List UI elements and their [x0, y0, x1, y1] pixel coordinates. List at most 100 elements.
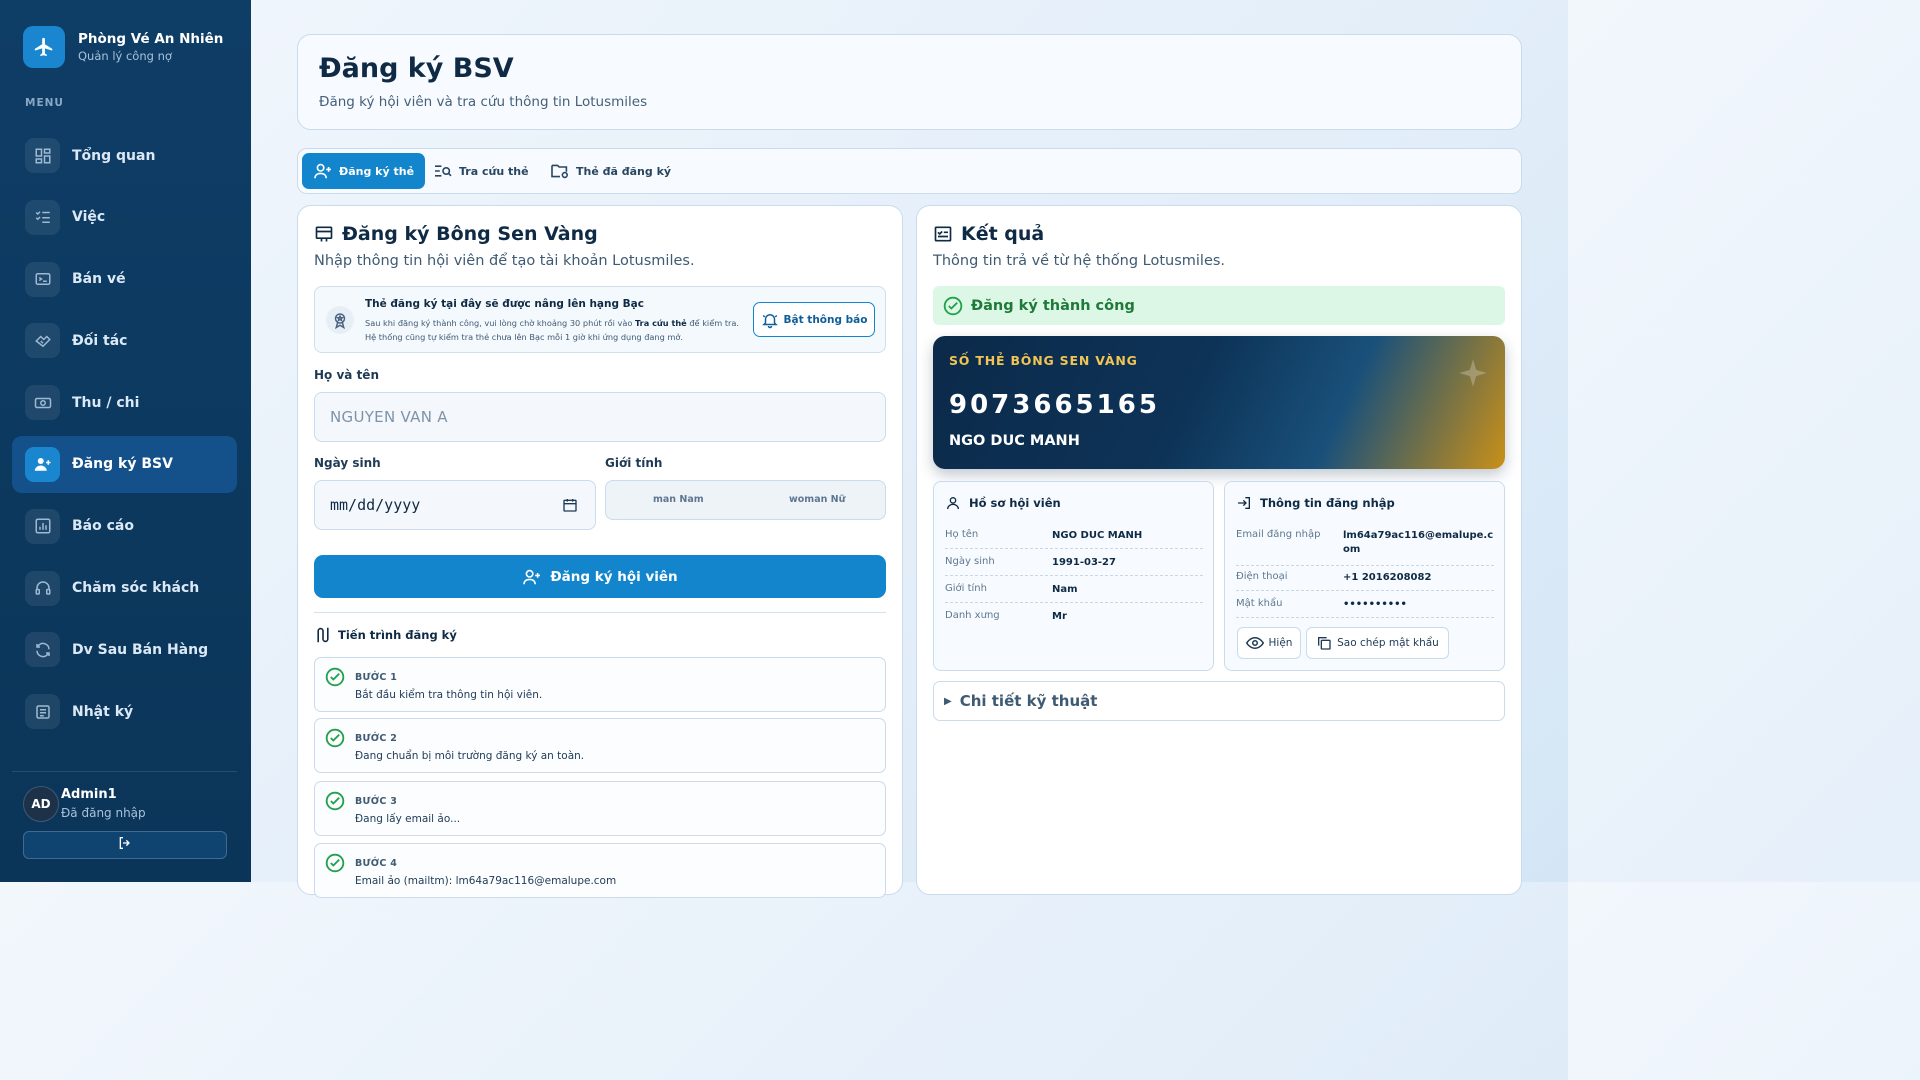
user-plus-icon	[314, 163, 331, 179]
sidebar-nav: Tổng quan Việc Bán vé Đối tác Thu / chi	[12, 127, 237, 745]
nav-label: Nhật ký	[72, 703, 134, 720]
nav-label: Dv Sau Bán Hàng	[72, 641, 209, 658]
nav-item-thu-chi[interactable]: Thu / chi	[12, 374, 237, 431]
register-member-button[interactable]: Đăng ký hội viên	[314, 555, 886, 598]
sidebar-divider	[12, 771, 237, 772]
avatar: AD	[23, 786, 59, 822]
sidebar: Phòng Vé An Nhiên Quản lý công nợ MENU T…	[0, 0, 251, 882]
search-list-icon	[435, 165, 452, 177]
enable-notifications-button[interactable]: Bật thông báo	[753, 302, 875, 337]
notice-title: Thẻ đăng ký tại đây sẽ được nâng lên hạn…	[365, 298, 644, 310]
handshake-icon	[25, 323, 60, 359]
tab-the-da-dang-ky[interactable]: Thẻ đã đăng ký	[539, 153, 682, 189]
registration-panel: Đăng ký Bông Sen Vàng Nhập thông tin hội…	[297, 205, 903, 898]
nav-item-bao-cao[interactable]: Báo cáo	[12, 498, 237, 555]
step-name: BƯỚC 4	[355, 858, 398, 869]
card-number: 9073665165	[949, 390, 1160, 420]
profile-title: Hồ sơ hội viên	[945, 495, 1061, 511]
profile-row: Họ tên NGO DUC MANH	[945, 529, 1203, 549]
money-icon	[25, 385, 60, 421]
logout-icon	[117, 835, 133, 855]
silver-upgrade-notice: Thẻ đăng ký tại đây sẽ được nâng lên hạn…	[314, 286, 886, 353]
check-circle-icon	[325, 667, 345, 687]
tasks-icon	[25, 199, 60, 235]
show-password-button[interactable]: Hiện	[1237, 627, 1301, 659]
profile-key: Họ tên	[945, 529, 979, 540]
step-name: BƯỚC 1	[355, 672, 398, 683]
card-label: SỐ THẺ BÔNG SEN VÀNG	[949, 353, 1138, 368]
step-name: BƯỚC 3	[355, 796, 398, 807]
form-title-text: Đăng ký Bông Sen Vàng	[342, 223, 598, 245]
profile-key: Giới tính	[945, 583, 987, 594]
nav-item-ban-ve[interactable]: Bán vé	[12, 251, 237, 308]
login-row: Email đăng nhập lm64a79ac116@emalupe.com	[1236, 529, 1494, 566]
logout-button[interactable]	[23, 831, 227, 859]
progress-title: Tiến trình đăng ký	[315, 626, 457, 644]
copy-password-button[interactable]: Sao chép mật khẩu	[1306, 627, 1449, 659]
nav-item-nhat-ky[interactable]: Nhật ký	[12, 683, 237, 740]
tab-dang-ky-the[interactable]: Đăng ký thẻ	[302, 153, 426, 189]
nav-item-viec[interactable]: Việc	[12, 189, 237, 246]
nav-item-doi-tac[interactable]: Đối tác	[12, 312, 237, 369]
nav-item-dang-ky-bsv[interactable]: Đăng ký BSV	[12, 435, 237, 493]
airplane-icon	[23, 26, 65, 68]
login-key: Mật khẩu	[1236, 598, 1283, 609]
step-text: Đang chuẩn bị môi trường đăng ký an toàn…	[355, 750, 585, 762]
menu-label: MENU	[25, 97, 64, 109]
nav-label: Đăng ký BSV	[72, 456, 173, 473]
copy-icon	[1318, 637, 1331, 650]
show-password-label: Hiện	[1268, 637, 1293, 649]
tabs-bar: Đăng ký thẻ Tra cứu thẻ Thẻ đã đăng ký	[297, 148, 1522, 194]
report-icon	[25, 508, 60, 544]
progress-step: BƯỚC 4 Email ảo (mailtm): lm64a79ac116@e…	[314, 843, 886, 898]
password-value: ••••••••••	[1343, 599, 1407, 610]
step-name: BƯỚC 2	[355, 733, 398, 744]
check-circle-icon	[943, 296, 963, 315]
nav-label: Việc	[72, 209, 106, 226]
divider	[314, 612, 886, 613]
log-icon	[25, 694, 60, 730]
refresh-icon	[25, 632, 60, 668]
notice-text: Sau khi đăng ký thành công, vui lòng chờ…	[365, 316, 745, 344]
technical-details-toggle[interactable]: ▶ Chi tiết kỹ thuật	[933, 681, 1505, 721]
login-title: Thông tin đăng nhập	[1236, 495, 1395, 511]
headset-icon	[25, 570, 60, 606]
full-name-input[interactable]: NGUYEN VAN A	[314, 392, 886, 442]
tab-tra-cuu-the[interactable]: Tra cứu thẻ	[422, 153, 540, 189]
user-status: Đã đăng nhập	[61, 806, 146, 820]
result-panel: Kết quả Thông tin trả về từ hệ thống Lot…	[916, 205, 1522, 895]
step-text: Đang lấy email ảo...	[355, 813, 461, 825]
card-icon	[315, 226, 333, 242]
profile-value: NGO DUC MANH	[1052, 530, 1143, 541]
profile-key: Danh xưng	[945, 610, 1000, 621]
triangle-right-icon: ▶	[944, 695, 952, 707]
user-name: Admin1	[61, 787, 117, 802]
user-plus-icon	[523, 569, 541, 584]
gender-option-female[interactable]: woman Nữ	[789, 494, 845, 505]
nav-item-cham-soc-khach[interactable]: Chăm sóc khách	[12, 560, 237, 617]
calendar-icon[interactable]	[562, 497, 578, 517]
login-value: lm64a79ac116@emalupe.com	[1343, 530, 1494, 555]
eye-icon	[1245, 636, 1264, 650]
gender-option-male[interactable]: man Nam	[653, 494, 704, 505]
result-title-text: Kết quả	[961, 223, 1045, 245]
progress-step: BƯỚC 3 Đang lấy email ảo...	[314, 781, 886, 836]
tab-label: Tra cứu thẻ	[459, 164, 529, 178]
nav-label: Bán vé	[72, 271, 126, 288]
dob-label: Ngày sinh	[314, 456, 381, 470]
tab-label: Thẻ đã đăng ký	[576, 164, 672, 178]
member-profile-box: Hồ sơ hội viên Họ tên NGO DUC MANH Ngày …	[933, 481, 1214, 671]
user-plus-icon	[25, 446, 60, 482]
profile-key: Ngày sinh	[945, 556, 995, 567]
bell-icon	[761, 313, 778, 328]
nav-item-dv-sau-ban-hang[interactable]: Dv Sau Bán Hàng	[12, 621, 237, 678]
gender-toggle: man Nam woman Nữ	[605, 480, 886, 520]
nav-label: Báo cáo	[72, 518, 134, 535]
dob-input[interactable]: mm/dd/yyyy	[314, 480, 596, 530]
login-key: Điện thoại	[1236, 571, 1288, 582]
nav-item-tong-quan[interactable]: Tổng quan	[12, 127, 237, 184]
success-text: Đăng ký thành công	[971, 297, 1135, 314]
check-circle-icon	[325, 728, 345, 748]
dashboard-icon	[25, 138, 60, 173]
step-text: Email ảo (mailtm): lm64a79ac116@emalupe.…	[355, 875, 617, 887]
